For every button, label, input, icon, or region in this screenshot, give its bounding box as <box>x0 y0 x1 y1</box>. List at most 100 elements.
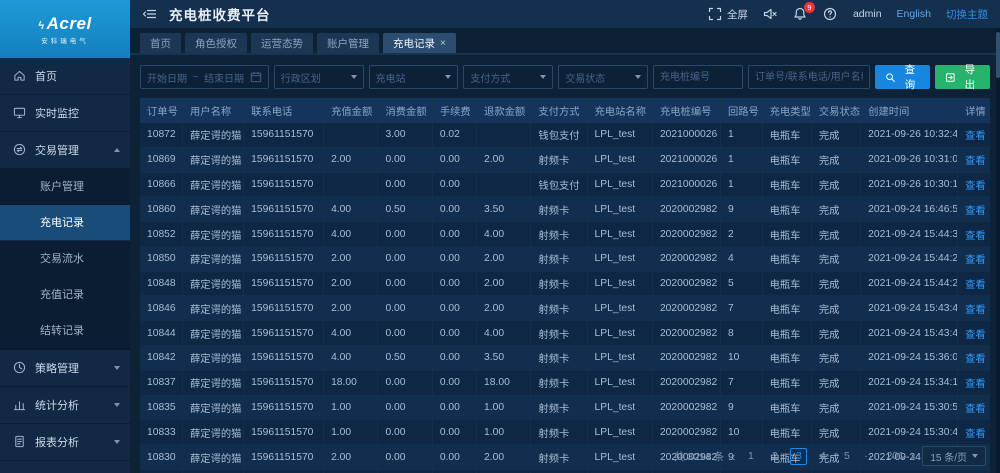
column-header: 创建时间 <box>861 98 958 123</box>
sidebar-item-1[interactable]: 实时监控 <box>0 95 130 132</box>
tab-4[interactable]: 充电记录 × <box>383 33 456 53</box>
cell: 电瓶车 <box>762 271 811 296</box>
filter-select[interactable]: 支付方式 <box>463 65 553 89</box>
cell: 0.00 <box>432 370 476 395</box>
close-tab-icon[interactable]: × <box>440 38 446 49</box>
sidebar-item-5[interactable]: 报表分析 <box>0 424 130 461</box>
theme-toggle[interactable]: 切换主题 <box>946 7 988 22</box>
tab-3[interactable]: 账户管理 <box>317 33 379 53</box>
sidebar-subitem[interactable]: 账户管理 <box>0 169 130 205</box>
sidebar-item-label: 交易管理 <box>35 142 114 158</box>
sidebar-subitem[interactable]: 充电记录 <box>0 205 130 241</box>
view-link[interactable]: 查看 <box>965 354 986 365</box>
notifications-button[interactable]: 9 <box>793 7 808 22</box>
cell: 2021000026 <box>652 123 720 147</box>
page-button[interactable]: 4 <box>814 448 831 465</box>
tab-2[interactable]: 运营态势 <box>251 33 313 53</box>
tab-0[interactable]: 首页 <box>140 33 181 53</box>
filter-select[interactable]: 交易状态 <box>558 65 648 89</box>
cell: 薛定谔的猫 <box>182 172 243 197</box>
cell: 电瓶车 <box>762 346 811 371</box>
cell: 0.00 <box>432 147 476 172</box>
cell: 2021-09-24 16:46:56 <box>861 197 958 222</box>
page-button[interactable]: 3 <box>790 448 807 465</box>
table-row: 10837薛定谔的猫1596115157018.000.000.0018.00射… <box>140 370 990 395</box>
page-size-select[interactable]: 15 条/页 <box>922 446 986 466</box>
cell: 2021000026 <box>652 147 720 172</box>
page-button[interactable]: 2 <box>766 448 783 465</box>
user-menu[interactable]: admin <box>853 8 882 20</box>
filter-select[interactable]: 充电站 <box>369 65 459 89</box>
sidebar-subitem[interactable]: 充值记录 <box>0 277 130 313</box>
cell: 0.50 <box>378 346 432 371</box>
date-range-picker[interactable]: 开始日期 ~ 结束日期 <box>140 65 269 89</box>
cell: 薛定谔的猫 <box>182 370 243 395</box>
page-button[interactable]: 5 <box>838 448 855 465</box>
tab-label: 账户管理 <box>327 36 369 51</box>
cell <box>324 123 378 147</box>
export-button[interactable]: 导出 <box>935 65 990 89</box>
view-link[interactable]: 查看 <box>965 231 986 242</box>
records-table: 订单号用户名称联系电话充值金额消费金额手续费退款金额支付方式充电站名称充电桩编号… <box>140 98 990 443</box>
cell: 10 <box>720 346 762 371</box>
collapse-menu-icon[interactable] <box>142 7 157 22</box>
cell: 15961151570 <box>244 370 324 395</box>
page-button[interactable]: 201 <box>886 448 904 465</box>
cell: LPL_test <box>587 246 652 271</box>
sidebar-subitem[interactable]: 交易流水 <box>0 241 130 277</box>
sidebar-item-label: 首页 <box>35 68 120 84</box>
language-toggle[interactable]: English <box>897 8 931 20</box>
view-link[interactable]: 查看 <box>965 255 986 266</box>
cell: 0.00 <box>378 147 432 172</box>
main-area: 充电桩收费平台 全屏 9 admin <box>130 0 1000 473</box>
column-header: 退款金额 <box>477 98 531 123</box>
view-link[interactable]: 查看 <box>965 131 986 142</box>
view-link[interactable]: 查看 <box>965 280 986 291</box>
cell: 电瓶车 <box>762 246 811 271</box>
cell: 射频卡 <box>531 420 587 445</box>
cell: 2021-09-24 15:43:42 <box>861 321 958 346</box>
page-button[interactable]: 1 <box>742 448 759 465</box>
cell: LPL_test <box>587 395 652 420</box>
sidebar-item-0[interactable]: 首页 <box>0 58 130 95</box>
mute-icon[interactable] <box>763 7 778 22</box>
sidebar-subitem[interactable]: 结转记录 <box>0 313 130 349</box>
filter-input-0[interactable] <box>653 65 743 89</box>
view-link[interactable]: 查看 <box>965 429 986 440</box>
cell: 15961151570 <box>244 172 324 197</box>
filter-select[interactable]: 行政区划 <box>274 65 364 89</box>
scrollbar[interactable] <box>996 28 1000 473</box>
cell: 3.50 <box>477 346 531 371</box>
sidebar-item-2[interactable]: 交易管理 <box>0 132 130 169</box>
view-link[interactable]: 查看 <box>965 404 986 415</box>
cell: 10835 <box>140 395 182 420</box>
prev-page-button[interactable]: ‹ <box>731 450 735 463</box>
view-link[interactable]: 查看 <box>965 330 986 341</box>
fullscreen-button[interactable]: 全屏 <box>708 7 748 22</box>
chevron-down-icon <box>114 440 120 444</box>
chevron-down-icon <box>635 75 641 79</box>
cell: 完成 <box>811 172 860 197</box>
view-link[interactable]: 查看 <box>965 156 986 167</box>
tab-label: 充电记录 <box>393 36 435 51</box>
help-icon[interactable] <box>823 7 838 22</box>
search-button[interactable]: 查询 <box>875 65 930 89</box>
cell: 4 <box>720 246 762 271</box>
cell: 0.00 <box>432 172 476 197</box>
view-link[interactable]: 查看 <box>965 181 986 192</box>
next-page-button[interactable]: › <box>911 450 915 463</box>
view-link[interactable]: 查看 <box>965 379 986 390</box>
sidebar-item-4[interactable]: 统计分析 <box>0 387 130 424</box>
tab-label: 首页 <box>150 36 171 51</box>
sidebar-item-3[interactable]: 策略管理 <box>0 350 130 387</box>
tab-1[interactable]: 角色授权 <box>185 33 247 53</box>
app-window: Acrel 安科瑞电气 首页实时监控交易管理账户管理充电记录交易流水充值记录结转… <box>0 0 1000 473</box>
cell: 射频卡 <box>531 321 587 346</box>
page-ellipsis: ··· <box>862 448 879 465</box>
sidebar-item-label: 策略管理 <box>35 360 114 376</box>
filter-input-1[interactable] <box>748 65 870 89</box>
view-link[interactable]: 查看 <box>965 206 986 217</box>
sidebar-item-6[interactable]: 隐患管理 <box>0 461 130 473</box>
cell: 电瓶车 <box>762 420 811 445</box>
view-link[interactable]: 查看 <box>965 305 986 316</box>
